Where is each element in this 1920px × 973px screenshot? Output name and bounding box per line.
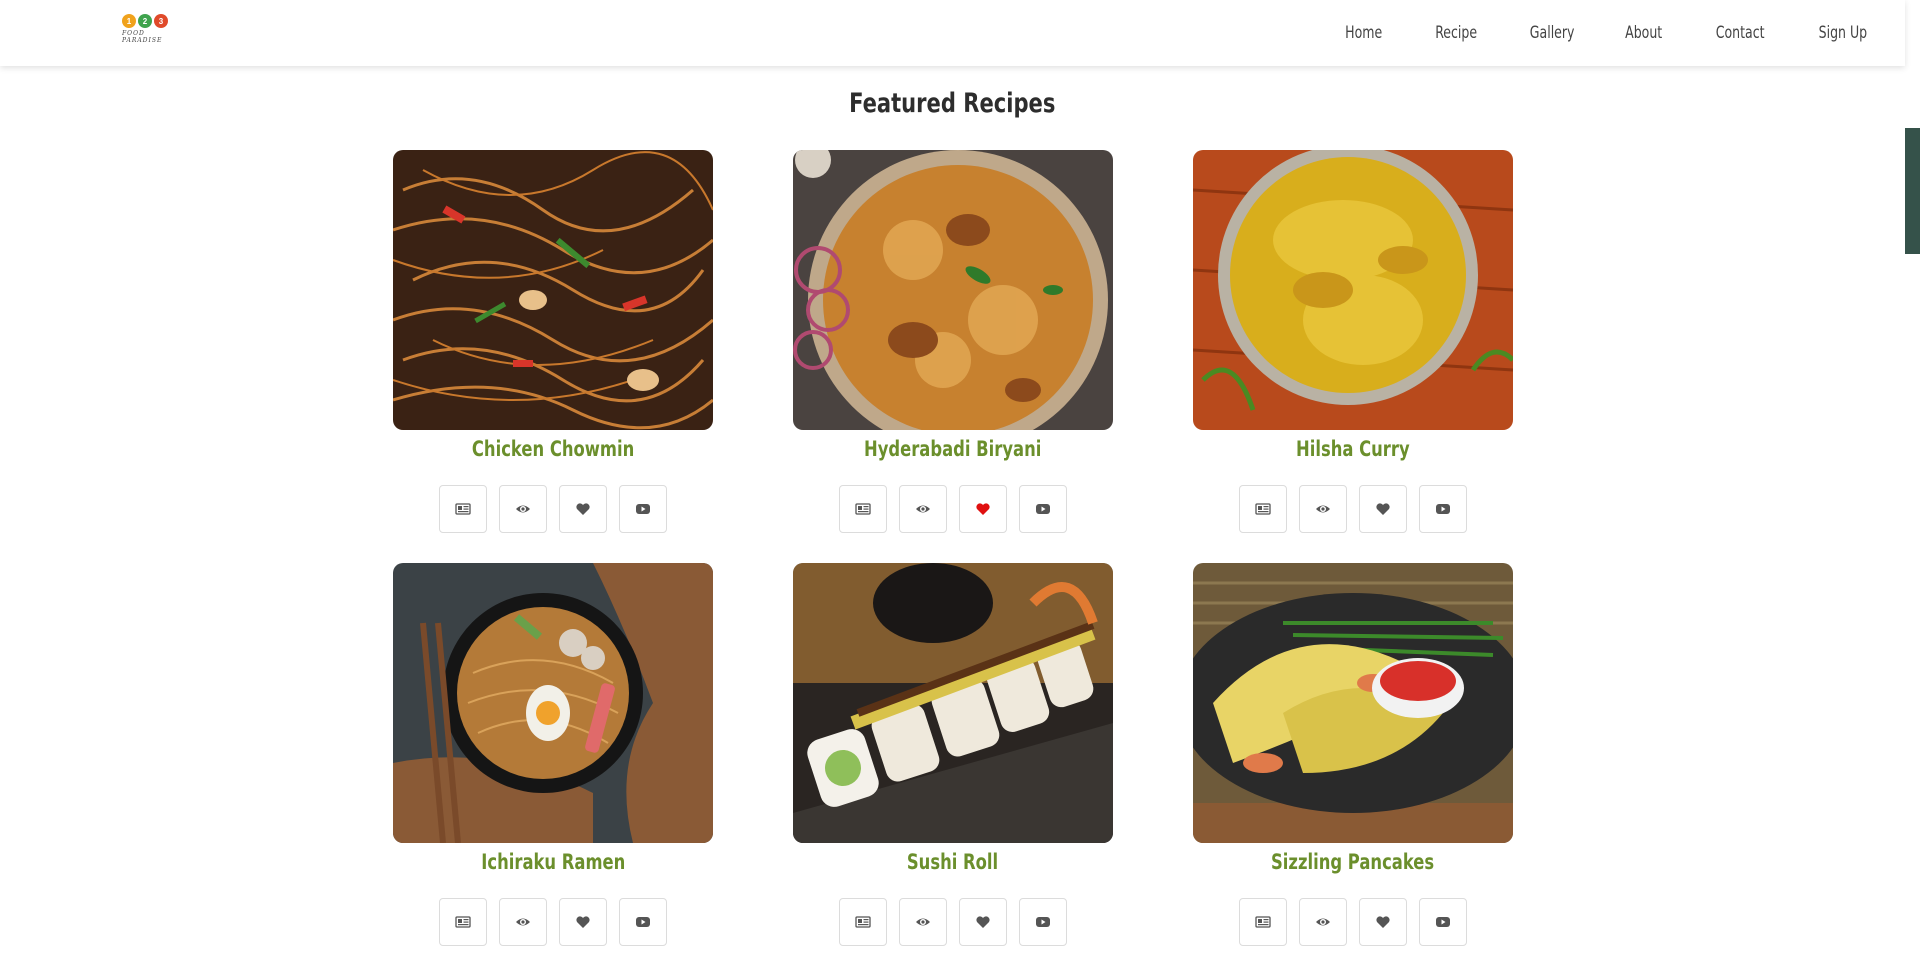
eye-icon [516, 505, 530, 513]
heart-icon [576, 916, 590, 928]
video-button[interactable] [1419, 898, 1467, 946]
newspaper-icon [455, 503, 471, 515]
recipe-name[interactable]: Sushi Roll [793, 850, 1113, 880]
details-button[interactable] [439, 485, 487, 533]
details-button[interactable] [1239, 898, 1287, 946]
recipe-actions [793, 898, 1113, 946]
eye-icon [916, 918, 930, 926]
view-button[interactable] [499, 898, 547, 946]
recipe-name[interactable]: Hilsha Curry [1193, 437, 1513, 467]
site-logo[interactable]: 1 2 3 FOOD PARADISE [122, 14, 188, 44]
eye-icon [1316, 918, 1330, 926]
newspaper-icon [1255, 916, 1271, 928]
main-nav: Home Recipe Gallery About Contact Sign U… [1294, 0, 1867, 66]
recipe-card: Sushi Roll [793, 563, 1113, 946]
logo-dot: 1 [122, 14, 136, 28]
recipe-card: Sizzling Pancakes [1193, 563, 1513, 946]
recipe-image-biryani[interactable] [793, 150, 1113, 430]
recipe-actions [393, 898, 713, 946]
heart-icon [576, 503, 590, 515]
view-button[interactable] [899, 898, 947, 946]
recipe-actions [393, 485, 713, 533]
scrollbar-thumb[interactable] [1905, 128, 1920, 254]
nav-about[interactable]: About [1625, 23, 1662, 43]
video-button[interactable] [1419, 485, 1467, 533]
recipe-card: Hyderabadi Biryani [793, 150, 1113, 533]
newspaper-icon [455, 916, 471, 928]
logo-tagline: FOOD PARADISE [122, 30, 163, 44]
recipe-actions [793, 485, 1113, 533]
recipe-card: Chicken Chowmin [393, 150, 713, 533]
favorite-button[interactable] [559, 898, 607, 946]
nav-contact[interactable]: Contact [1716, 23, 1765, 43]
recipe-image-ramen[interactable] [393, 563, 713, 843]
heart-icon [976, 916, 990, 928]
scrollbar[interactable] [1905, 0, 1920, 973]
recipe-name[interactable]: Ichiraku Ramen [393, 850, 713, 880]
newspaper-icon [855, 916, 871, 928]
video-button[interactable] [619, 485, 667, 533]
details-button[interactable] [439, 898, 487, 946]
video-button[interactable] [1019, 485, 1067, 533]
recipe-name[interactable]: Hyderabadi Biryani [793, 437, 1113, 467]
nav-sign-up[interactable]: Sign Up [1819, 23, 1867, 43]
recipe-actions [1193, 898, 1513, 946]
nav-gallery[interactable]: Gallery [1529, 23, 1574, 43]
view-button[interactable] [1299, 485, 1347, 533]
details-button[interactable] [839, 485, 887, 533]
eye-icon [916, 505, 930, 513]
view-button[interactable] [499, 485, 547, 533]
view-button[interactable] [1299, 898, 1347, 946]
recipe-card: Ichiraku Ramen [393, 563, 713, 946]
recipe-image-chowmin[interactable] [393, 150, 713, 430]
youtube-icon [1036, 917, 1050, 927]
section-title: Featured Recipes [849, 88, 1056, 119]
newspaper-icon [855, 503, 871, 515]
nav-home[interactable]: Home [1346, 23, 1383, 43]
favorite-button[interactable] [1359, 898, 1407, 946]
video-button[interactable] [619, 898, 667, 946]
recipe-card: Hilsha Curry [1193, 150, 1513, 533]
youtube-icon [1436, 504, 1450, 514]
favorite-button[interactable] [959, 898, 1007, 946]
navbar: 1 2 3 FOOD PARADISE Home Recipe Gallery … [0, 0, 1905, 66]
view-button[interactable] [899, 485, 947, 533]
recipe-name[interactable]: Chicken Chowmin [393, 437, 713, 467]
recipe-actions [1193, 485, 1513, 533]
youtube-icon [636, 917, 650, 927]
favorite-button[interactable] [559, 485, 607, 533]
heart-icon [976, 503, 990, 515]
logo-dot: 3 [154, 14, 168, 28]
eye-icon [1316, 505, 1330, 513]
youtube-icon [636, 504, 650, 514]
details-button[interactable] [839, 898, 887, 946]
newspaper-icon [1255, 503, 1271, 515]
details-button[interactable] [1239, 485, 1287, 533]
eye-icon [516, 918, 530, 926]
nav-recipe[interactable]: Recipe [1435, 23, 1477, 43]
heart-icon [1376, 916, 1390, 928]
favorite-button[interactable] [959, 485, 1007, 533]
youtube-icon [1436, 917, 1450, 927]
video-button[interactable] [1019, 898, 1067, 946]
recipe-image-pancakes[interactable] [1193, 563, 1513, 843]
recipe-image-hilsha[interactable] [1193, 150, 1513, 430]
recipe-name[interactable]: Sizzling Pancakes [1193, 850, 1513, 880]
favorite-button[interactable] [1359, 485, 1407, 533]
youtube-icon [1036, 504, 1050, 514]
recipe-image-sushi[interactable] [793, 563, 1113, 843]
logo-dot: 2 [138, 14, 152, 28]
heart-icon [1376, 503, 1390, 515]
